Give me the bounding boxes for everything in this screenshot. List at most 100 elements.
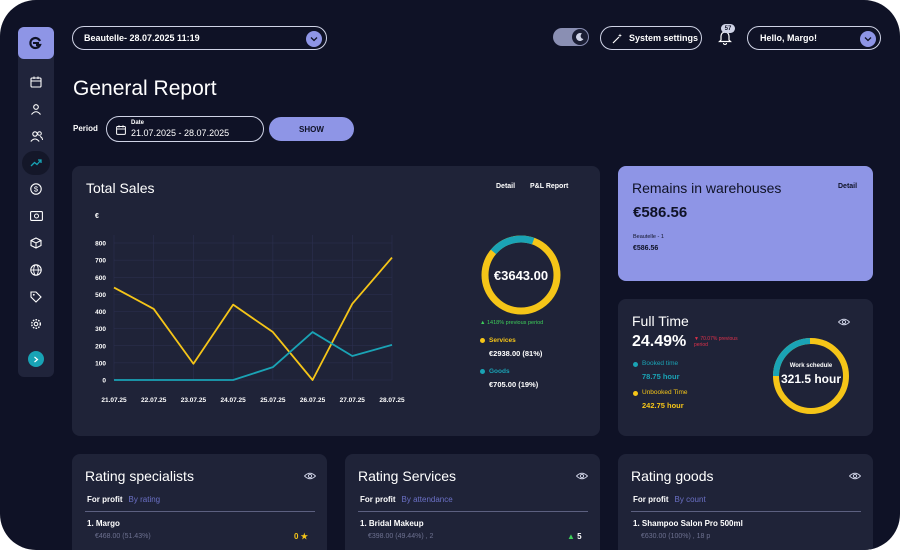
system-settings-button[interactable]: System settings	[600, 26, 702, 50]
date-caption: Date	[131, 120, 145, 126]
booked-value: 78.75 hour	[642, 372, 680, 381]
x-tick-label: 25.07.25	[260, 397, 286, 404]
work-schedule-value: 321.5 hour	[780, 372, 842, 386]
full-time-card: Full Time 24.49% ▼ 70.07% previous perio…	[618, 299, 873, 436]
y-axis-unit-label: €	[95, 213, 99, 220]
x-tick-label: 22.07.25	[141, 397, 167, 404]
total-sales-line-chart: €0 100 200 300 400 500 600 700 800 21.07.25 22.07.…	[95, 213, 405, 404]
tab-by-attendance[interactable]: By attendance	[402, 495, 453, 504]
x-tick-label: 26.07.25	[300, 397, 326, 404]
eye-icon[interactable]	[849, 472, 861, 480]
warehouse-branch-label: Beautelle - 1	[633, 234, 664, 240]
sidebar: $	[18, 27, 54, 377]
y-tick-label: 200	[95, 343, 106, 350]
y-tick-label: 800	[95, 241, 106, 248]
unbooked-value: 242.75 hour	[642, 401, 684, 410]
notification-badge: 57	[721, 24, 735, 33]
goods-legend-dot	[480, 369, 485, 374]
warehouse-detail-link[interactable]: Detail	[838, 183, 857, 190]
chevron-down-icon	[306, 31, 322, 47]
branch-select-value: Beautelle- 28.07.2025 11:19	[84, 33, 200, 43]
y-tick-label: 500	[95, 292, 106, 299]
full-time-change-note: ▼ 70.07% previous period	[694, 336, 738, 348]
goods-legend-label: Goods	[489, 368, 510, 375]
booked-label: Booked time	[642, 360, 679, 367]
user-menu[interactable]: Hello, Margo!	[747, 26, 881, 50]
rating-goods-card: Rating goods For profit By count 1. Shamp…	[618, 454, 873, 550]
period-label: Period	[73, 124, 98, 133]
users-icon[interactable]	[26, 126, 46, 146]
dollar-icon[interactable]: $	[26, 179, 46, 199]
tab-by-count[interactable]: By count	[675, 495, 706, 504]
rating-services-title: Rating Services	[358, 468, 457, 484]
service-row-name: 1. Bridal Makeup	[360, 519, 424, 528]
services-legend-label: Services	[489, 337, 516, 344]
booked-legend-dot	[633, 362, 638, 367]
rating-goods-tabs: For profit By count	[633, 495, 706, 504]
x-tick-label: 24.07.25	[220, 397, 246, 404]
growth-note: ▲ 1418% previous period	[480, 320, 544, 326]
total-sales-detail-link[interactable]: Detail	[496, 183, 515, 190]
chevron-right-icon	[34, 356, 39, 362]
unbooked-label: Unbooked Time	[642, 389, 688, 396]
full-time-title: Full Time	[632, 313, 689, 329]
warehouse-title: Remains in warehouses	[632, 180, 782, 196]
app-frame: $ Beautelle- 28.07.2025 11:19 System set…	[0, 0, 900, 550]
series-line-1	[113, 256, 393, 381]
services-legend-dot	[480, 338, 485, 343]
user-icon[interactable]	[26, 99, 46, 119]
y-tick-label: 400	[95, 309, 106, 316]
eye-icon[interactable]	[304, 472, 316, 480]
date-range-field[interactable]: Date 21.07.2025 - 28.07.2025	[106, 116, 264, 142]
box-icon[interactable]	[26, 233, 46, 253]
goods-row-sub: €630.00 (100%) , 18 p	[641, 533, 711, 540]
tab-for-profit[interactable]: For profit	[87, 495, 123, 504]
svg-text:$: $	[34, 185, 39, 194]
y-tick-label: 100	[95, 360, 106, 367]
rating-services-card: Rating Services For profit By attendance …	[345, 454, 600, 550]
theme-toggle[interactable]	[553, 28, 589, 46]
warehouse-branch-value: €586.56	[633, 245, 659, 252]
eye-icon[interactable]	[576, 472, 588, 480]
rating-specialists-tabs: For profit By rating	[87, 495, 160, 504]
trending-up-icon[interactable]	[22, 151, 50, 175]
show-button[interactable]: SHOW	[269, 117, 354, 141]
pl-report-link[interactable]: P&L Report	[530, 183, 568, 190]
goods-legend-value: €705.00 (19%)	[489, 380, 539, 389]
tag-icon[interactable]	[26, 287, 46, 307]
rating-services-tabs: For profit By attendance	[360, 495, 453, 504]
calendar-icon[interactable]	[26, 72, 46, 92]
warehouse-total: €586.56	[633, 204, 688, 221]
branch-select[interactable]: Beautelle- 28.07.2025 11:19	[72, 26, 327, 50]
warehouse-card: Remains in warehouses Detail €586.56 Bea…	[618, 166, 873, 281]
services-legend-value: €2938.00 (81%)	[489, 349, 543, 358]
globe-icon[interactable]	[26, 260, 46, 280]
expand-sidebar-button[interactable]	[28, 351, 44, 367]
magic-wand-icon	[612, 33, 622, 44]
x-tick-label: 23.07.25	[181, 397, 207, 404]
x-tick-label: 28.07.25	[379, 397, 405, 404]
tabs-divider	[85, 511, 315, 512]
tab-for-profit[interactable]: For profit	[633, 495, 669, 504]
service-row-trend: ▲ 5	[567, 532, 582, 541]
moon-icon	[572, 29, 588, 45]
y-tick-label: 600	[95, 275, 106, 282]
total-sales-card: Total Sales Detail P&L Report €0 100 200 30…	[72, 166, 600, 436]
gear-icon[interactable]	[26, 314, 46, 334]
date-range-value: 21.07.2025 - 28.07.2025	[131, 128, 230, 138]
user-greeting: Hello, Margo!	[760, 33, 818, 43]
specialist-rating-value: 0	[294, 532, 299, 541]
system-settings-label: System settings	[629, 33, 699, 43]
logo-icon	[29, 36, 42, 50]
triangle-up-icon: ▲	[567, 532, 575, 541]
eye-icon[interactable]	[838, 318, 850, 326]
growth-note-text: 1418% previous period	[486, 320, 544, 326]
rating-specialists-card: Rating specialists For profit By rating 1…	[72, 454, 327, 550]
logo[interactable]	[18, 27, 54, 59]
tab-for-profit[interactable]: For profit	[360, 495, 396, 504]
cash-icon[interactable]	[26, 206, 46, 226]
tab-by-rating[interactable]: By rating	[129, 495, 161, 504]
sales-total-value: €3643.00	[493, 267, 549, 283]
goods-row-name: 1. Shampoo Salon Pro 500ml	[633, 519, 743, 528]
full-time-percent: 24.49%	[632, 333, 687, 350]
